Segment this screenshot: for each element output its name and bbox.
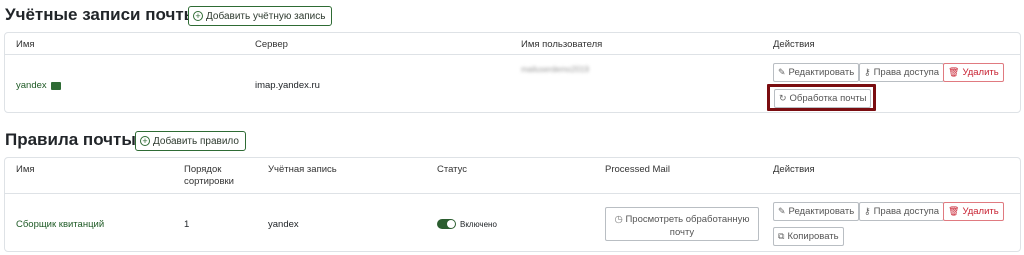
- col-header-processed-mail: Processed Mail: [605, 164, 670, 175]
- highlight-box: [767, 84, 876, 111]
- account-name-link[interactable]: yandex: [16, 80, 47, 92]
- edit-account-button[interactable]: ✎ Редактировать: [773, 63, 860, 82]
- rules-table: Имя Порядок сортировки Учётная запись Ст…: [4, 157, 1021, 252]
- rule-access-rights-button[interactable]: ⚷ Права доступа: [859, 202, 945, 221]
- edit-label: Редактировать: [788, 206, 855, 217]
- col-header-actions: Действия: [773, 39, 815, 50]
- accounts-section-title: Учётные записи почты: [5, 5, 199, 24]
- trash-icon: 🗑: [948, 67, 960, 77]
- status-toggle[interactable]: [437, 219, 456, 229]
- pencil-icon: ✎: [778, 206, 786, 216]
- rule-name-link[interactable]: Сборщик квитанций: [16, 219, 104, 231]
- access-label: Права доступа: [873, 67, 940, 78]
- access-rights-button[interactable]: ⚷ Права доступа: [859, 63, 945, 82]
- add-account-button[interactable]: + Добавить учётную запись: [188, 6, 333, 26]
- status-label: Включено: [460, 220, 497, 229]
- rule-sort-order: 1: [184, 219, 190, 230]
- plus-circle-icon: +: [140, 136, 150, 146]
- account-server: imap.yandex.ru: [255, 80, 320, 91]
- user-key-icon: ⚷: [864, 206, 871, 216]
- rule-account: yandex: [268, 219, 299, 230]
- edit-label: Редактировать: [788, 67, 855, 78]
- rules-section-title: Правила почты: [5, 130, 136, 149]
- col-header-username: Имя пользователя: [521, 39, 603, 50]
- envelope-icon: [51, 82, 61, 90]
- account-username: mailuserdemo2019: [521, 65, 590, 74]
- copy-icon: ⧉: [778, 231, 785, 241]
- delete-account-button[interactable]: 🗑 Удалить: [943, 63, 1004, 82]
- col-header-status: Статус: [437, 164, 468, 175]
- col-header-server: Сервер: [255, 39, 288, 50]
- access-label: Права доступа: [873, 206, 940, 217]
- clock-icon: ◷: [614, 214, 626, 225]
- processed-label: Просмотреть обработанную почту: [625, 214, 750, 238]
- add-rule-button[interactable]: + Добавить правило: [135, 131, 246, 151]
- plus-circle-icon: +: [193, 11, 203, 21]
- toggle-knob: [447, 220, 455, 228]
- header-divider: [5, 54, 1020, 55]
- col-header-name: Имя: [16, 39, 35, 50]
- header-divider: [5, 193, 1020, 194]
- copy-rule-button[interactable]: ⧉ Копировать: [773, 227, 844, 246]
- copy-label: Копировать: [787, 231, 839, 242]
- add-account-label: Добавить учётную запись: [206, 10, 326, 22]
- delete-label: Удалить: [962, 67, 999, 78]
- col-header-sort-order: Порядок сортировки: [184, 164, 234, 187]
- user-key-icon: ⚷: [864, 67, 871, 77]
- view-processed-mail-button[interactable]: ◷ Просмотреть обработанную почту: [605, 207, 759, 241]
- add-rule-label: Добавить правило: [153, 135, 239, 147]
- col-header-account: Учётная запись: [268, 164, 337, 175]
- col-header-name: Имя: [16, 164, 35, 175]
- col-header-actions: Действия: [773, 164, 815, 175]
- delete-label: Удалить: [962, 206, 999, 217]
- pencil-icon: ✎: [778, 67, 786, 77]
- edit-rule-button[interactable]: ✎ Редактировать: [773, 202, 860, 221]
- delete-rule-button[interactable]: 🗑 Удалить: [943, 202, 1004, 221]
- trash-icon: 🗑: [948, 206, 960, 216]
